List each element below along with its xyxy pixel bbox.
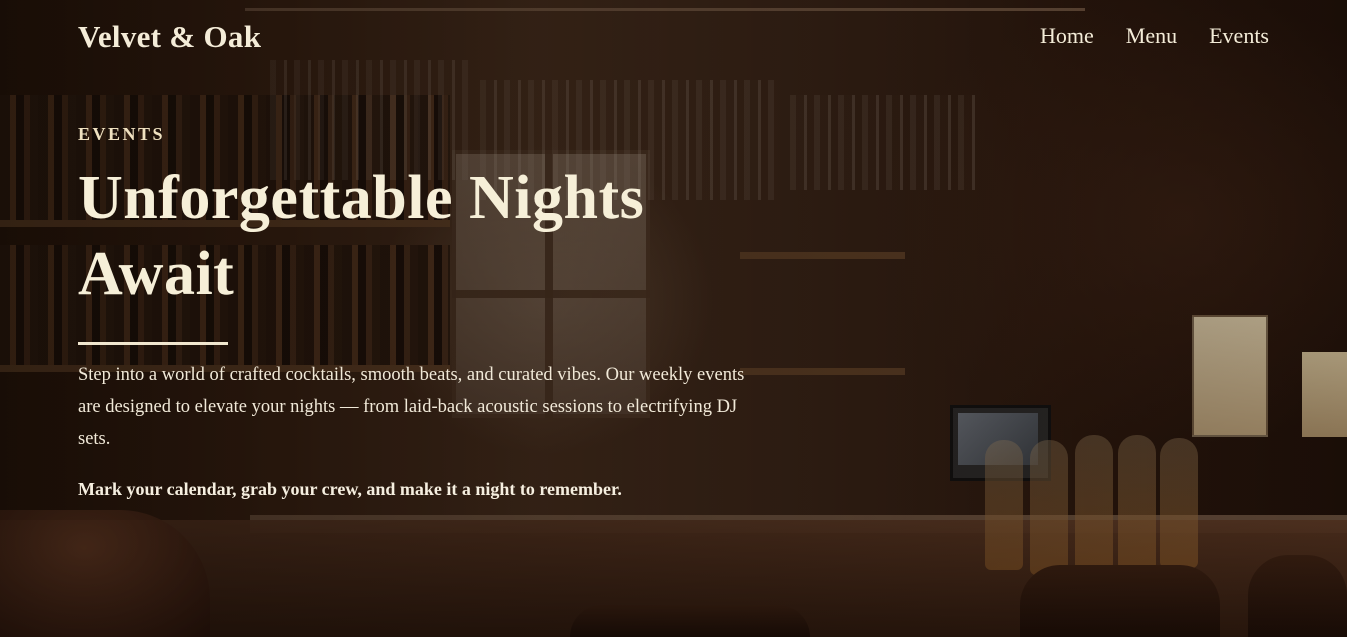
hero-description: Step into a world of crafted cocktails, … [78, 365, 745, 449]
nav-link-events[interactable]: Events [1209, 23, 1269, 49]
hero-title-line2: Await [78, 240, 235, 308]
site-header: Velvet & Oak Home Menu Events [0, 0, 1347, 76]
hero-section: EVENTS Unforgettable Nights Await Step i… [78, 120, 778, 503]
main-nav: Home Menu Events [1040, 23, 1269, 49]
brand-logo[interactable]: Velvet & Oak [78, 19, 261, 55]
hero-title: Unforgettable Nights Await [78, 160, 778, 312]
nav-link-home[interactable]: Home [1040, 23, 1094, 49]
hero-cta-text: Mark your calendar, grab your crew, and … [78, 479, 622, 499]
nav-link-menu[interactable]: Menu [1126, 23, 1177, 49]
hero-title-line1: Unforgettable Nights [78, 164, 645, 232]
section-eyebrow: EVENTS [78, 124, 166, 144]
title-divider [78, 342, 228, 345]
